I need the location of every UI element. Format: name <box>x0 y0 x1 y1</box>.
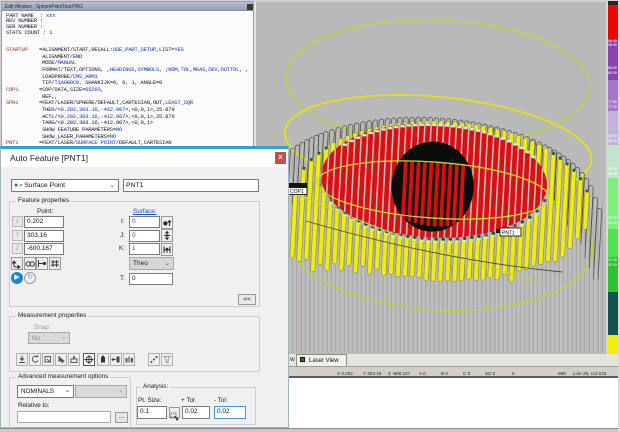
svg-text:PNT1: PNT1 <box>502 230 515 236</box>
svg-text:COP1: COP1 <box>290 189 304 195</box>
